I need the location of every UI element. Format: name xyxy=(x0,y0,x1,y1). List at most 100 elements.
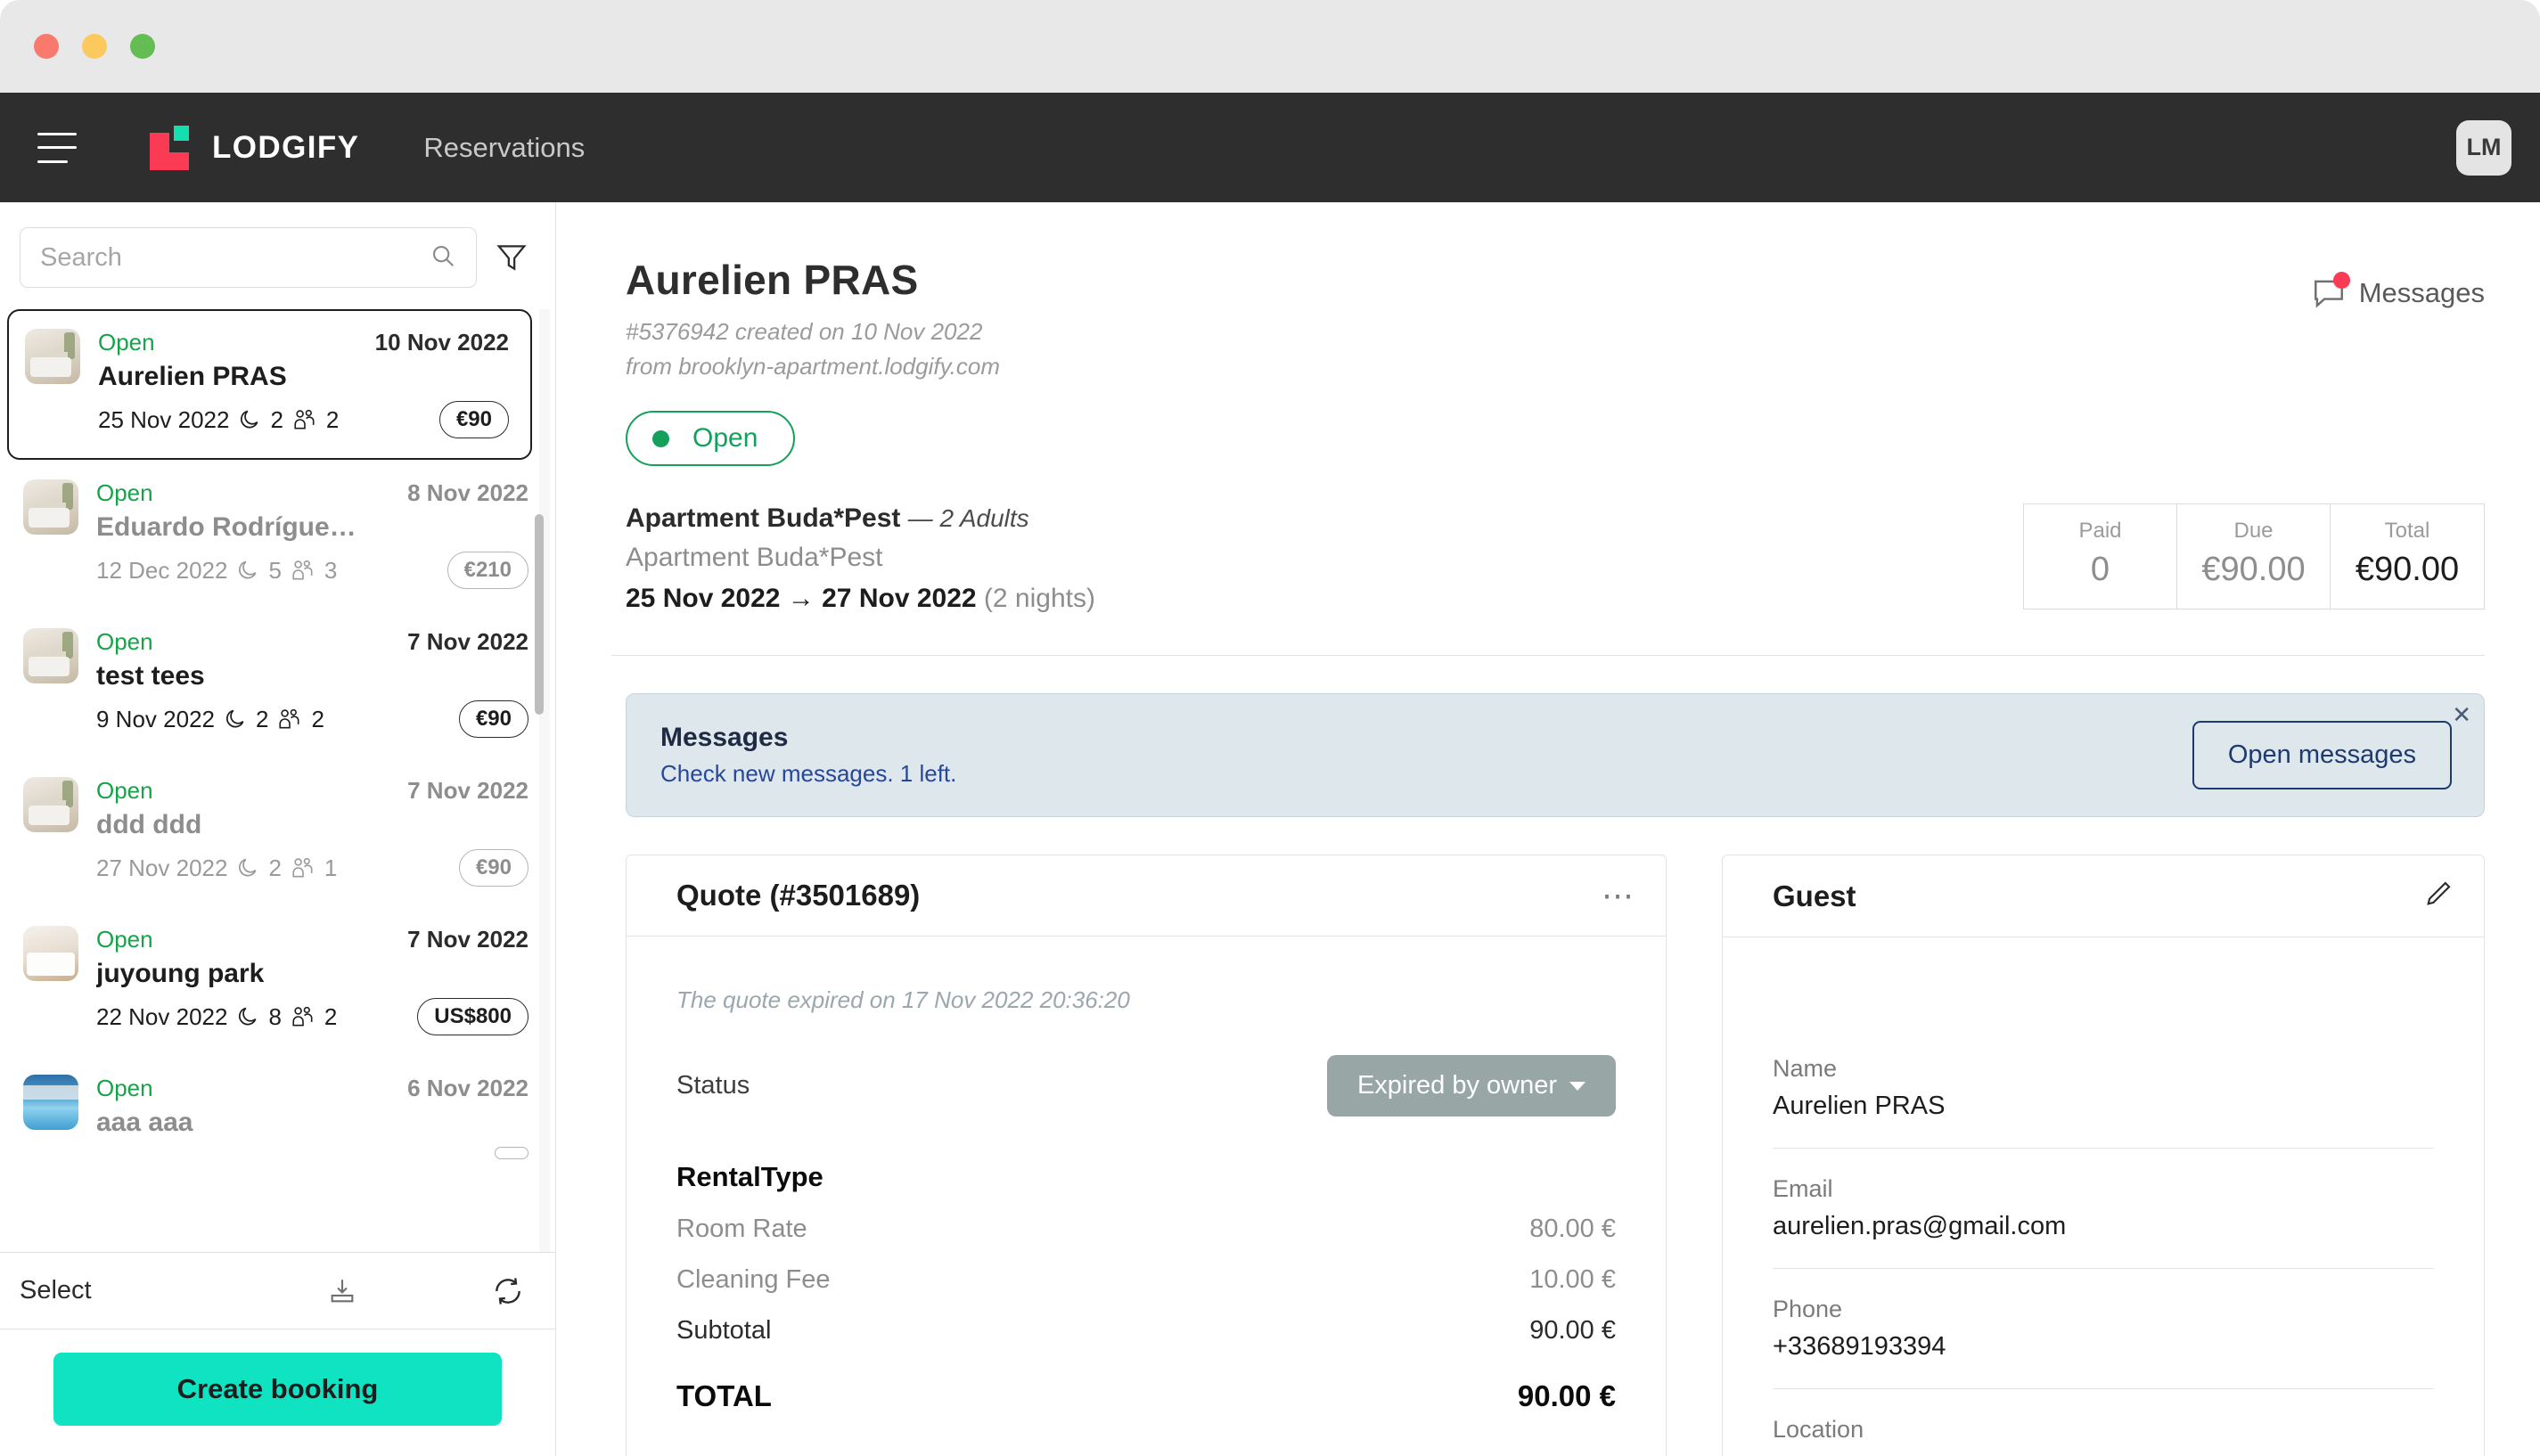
reservation-meta: 9 Nov 2022 2 2 xyxy=(96,706,324,733)
ellipsis-icon[interactable]: ⋯ xyxy=(1602,879,1635,911)
reservation-status: Open xyxy=(96,628,153,655)
window-titlebar xyxy=(0,0,2540,93)
messages-link[interactable]: Messages xyxy=(2311,272,2485,309)
close-window-button[interactable] xyxy=(34,34,59,59)
chevron-down-icon xyxy=(1569,1081,1585,1091)
stay-property-name: Apartment Buda*Pest xyxy=(626,503,901,533)
list-item[interactable]: Open 7 Nov 2022 ddd ddd 27 Nov 2022 2 1 … xyxy=(4,757,555,906)
search-box[interactable] xyxy=(20,227,477,288)
quote-total-label: TOTAL xyxy=(676,1379,772,1412)
reservation-guest-name: aaa aaa xyxy=(96,1108,193,1137)
reservation-status: Open xyxy=(96,926,153,953)
quote-line-item: Cleaning Fee 10.00 € xyxy=(676,1265,1616,1295)
status-dot-icon xyxy=(652,429,669,447)
detail-header: Aurelien PRAS #5376942 created on 10 Nov… xyxy=(626,256,2485,380)
brand-name: LODGIFY xyxy=(212,129,360,165)
reservation-nights: 2 xyxy=(270,405,283,433)
filter-icon[interactable] xyxy=(495,241,528,274)
zoom-window-button[interactable] xyxy=(130,34,155,59)
reservation-nights: 5 xyxy=(268,556,282,584)
guest-field-value: France xyxy=(1773,1452,2434,1456)
quote-line-label: Room Rate xyxy=(676,1215,807,1243)
list-select-bar: Select xyxy=(0,1252,555,1329)
moon-icon xyxy=(238,408,261,431)
reservation-price: US$800 xyxy=(417,998,528,1035)
traffic-lights xyxy=(34,34,155,59)
guest-card: Guest Name Aurelien PRAS Email aurelien.… xyxy=(1722,855,2485,1456)
nav-item-reservations[interactable]: Reservations xyxy=(423,132,585,164)
close-icon[interactable]: ✕ xyxy=(2452,703,2471,726)
search-input[interactable] xyxy=(40,242,430,273)
detail-cards: Quote (#3501689) ⋯ The quote expired on … xyxy=(626,855,2485,1456)
select-button[interactable]: Select xyxy=(20,1276,92,1305)
avatar[interactable]: LM xyxy=(2456,119,2511,176)
status-badge[interactable]: Open xyxy=(626,411,796,466)
quote-card-body: The quote expired on 17 Nov 2022 20:36:2… xyxy=(627,937,1666,1440)
quote-line-value: 90.00 € xyxy=(1529,1316,1616,1345)
reservation-price: €90 xyxy=(438,401,509,438)
guest-field-value: +33689193394 xyxy=(1773,1332,1946,1361)
total-cell-paid: Paid 0 xyxy=(2024,504,2177,609)
reservation-created-date: 7 Nov 2022 xyxy=(407,926,528,953)
list-scrollbar-thumb[interactable] xyxy=(535,514,544,715)
total-value: 0 xyxy=(2090,551,2110,588)
reservation-checkin: 12 Dec 2022 xyxy=(96,556,228,584)
reservation-meta: 22 Nov 2022 8 2 xyxy=(96,1003,337,1031)
sidebar-search-row xyxy=(0,202,555,309)
guest-field-value: Aurelien PRAS xyxy=(1773,1092,1946,1120)
export-icon[interactable] xyxy=(327,1276,357,1306)
sidebar-footer: Create booking xyxy=(0,1329,555,1456)
guests-icon xyxy=(277,708,302,731)
list-scrollbar-track[interactable] xyxy=(535,309,550,1252)
guest-field-name: Name Aurelien PRAS xyxy=(1773,1028,2434,1148)
reservation-price: €210 xyxy=(447,552,528,589)
reservation-guests: 2 xyxy=(324,1002,338,1030)
body-split: Open 10 Nov 2022 Aurelien PRAS 25 Nov 20… xyxy=(0,202,2540,1456)
list-item[interactable]: Open 10 Nov 2022 Aurelien PRAS 25 Nov 20… xyxy=(7,309,532,460)
list-item[interactable]: Open 6 Nov 2022 aaa aaa xyxy=(4,1055,555,1179)
refresh-icon[interactable] xyxy=(491,1274,525,1308)
guest-card-body: Name Aurelien PRAS Email aurelien.pras@g… xyxy=(1723,937,2484,1456)
moon-icon xyxy=(236,856,259,879)
guest-field-label: Location xyxy=(1773,1416,1864,1443)
property-thumbnail xyxy=(23,628,78,683)
quote-card-header: Quote (#3501689) ⋯ xyxy=(627,855,1666,937)
property-thumbnail xyxy=(23,479,78,535)
reservation-guests: 2 xyxy=(325,405,340,433)
quote-rental-type: RentalType xyxy=(676,1161,823,1192)
guest-field-value: aurelien.pras@gmail.com xyxy=(1773,1212,2067,1240)
quote-title: Quote (#3501689) xyxy=(676,879,921,912)
guests-icon xyxy=(291,1005,315,1028)
reservations-sidebar: Open 10 Nov 2022 Aurelien PRAS 25 Nov 20… xyxy=(0,202,556,1456)
guest-card-header: Guest xyxy=(1723,855,2484,937)
create-booking-button[interactable]: Create booking xyxy=(53,1353,502,1426)
list-item[interactable]: Open 7 Nov 2022 juyoung park 22 Nov 2022… xyxy=(4,906,555,1055)
reservation-list[interactable]: Open 10 Nov 2022 Aurelien PRAS 25 Nov 20… xyxy=(0,309,555,1252)
open-messages-button[interactable]: Open messages xyxy=(2192,721,2452,789)
moon-icon xyxy=(236,1005,259,1028)
list-item[interactable]: Open 8 Nov 2022 Eduardo Rodrígue… 12 Dec… xyxy=(4,460,555,609)
page-title: Aurelien PRAS xyxy=(626,257,919,303)
property-thumbnail xyxy=(23,1075,78,1130)
list-item[interactable]: Open 7 Nov 2022 test tees 9 Nov 2022 2 2… xyxy=(4,609,555,757)
quote-status-dropdown[interactable]: Expired by owner xyxy=(1326,1055,1616,1117)
reservation-guest-name: juyoung park xyxy=(96,959,265,988)
search-icon xyxy=(430,242,456,274)
reservation-nights: 8 xyxy=(268,1002,282,1030)
stay-nights: (2 nights) xyxy=(983,584,1095,613)
guest-title: Guest xyxy=(1773,879,1856,912)
minimize-window-button[interactable] xyxy=(82,34,107,59)
stay-dates: 25 Nov 2022 → 27 Nov 2022 xyxy=(626,584,977,613)
reservation-status: Open xyxy=(96,777,153,804)
pencil-icon[interactable] xyxy=(2423,879,2454,913)
reservation-checkin: 25 Nov 2022 xyxy=(98,405,230,433)
reservation-status: Open xyxy=(98,329,155,356)
reservation-meta: 25 Nov 2022 2 2 xyxy=(98,406,339,434)
quote-card: Quote (#3501689) ⋯ The quote expired on … xyxy=(626,855,1667,1456)
guests-icon xyxy=(292,408,317,431)
brand-logo[interactable]: LODGIFY xyxy=(150,125,360,170)
hamburger-icon[interactable] xyxy=(37,132,77,163)
reservation-created-date: 7 Nov 2022 xyxy=(407,777,528,804)
messages-banner: Messages Check new messages. 1 left. Ope… xyxy=(626,693,2485,817)
status-badge-label: Open xyxy=(692,423,758,453)
